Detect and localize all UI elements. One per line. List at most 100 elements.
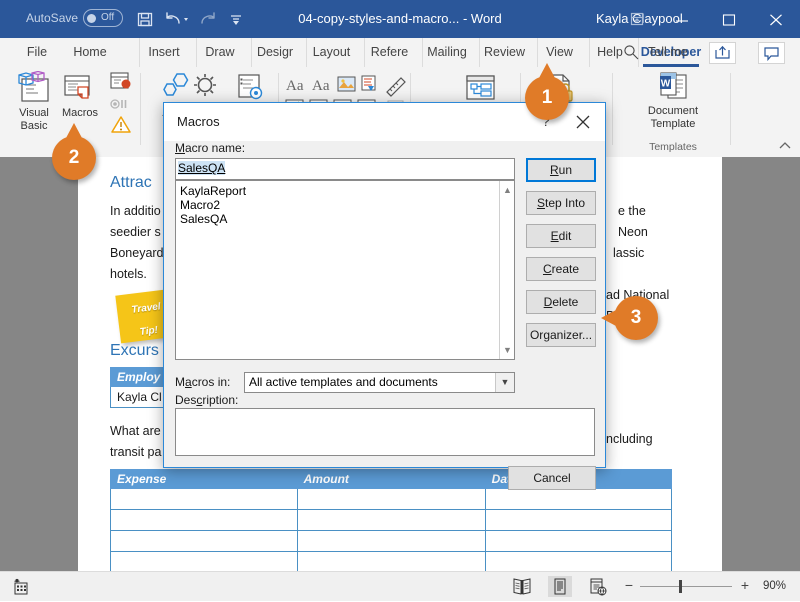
- expense-cell[interactable]: [110, 551, 298, 571]
- tab-design[interactable]: Desigr: [251, 38, 298, 67]
- macro-list[interactable]: KaylaReport Macro2 SalesQA ▲ ▼: [175, 180, 515, 360]
- list-item[interactable]: KaylaReport: [176, 184, 514, 198]
- amount-cell[interactable]: [296, 509, 486, 531]
- group-label-templates: Templates: [649, 141, 697, 153]
- print-layout-icon[interactable]: [548, 576, 572, 597]
- redo-icon[interactable]: [196, 8, 220, 30]
- close-icon[interactable]: [569, 109, 597, 135]
- group-separator: [612, 73, 613, 145]
- maximize-icon[interactable]: [707, 0, 753, 38]
- description-label: Description:: [175, 393, 239, 407]
- document-template-label-line2: Template: [650, 118, 696, 130]
- amount-cell[interactable]: [296, 488, 486, 510]
- macro-list-scrollbar[interactable]: ▲ ▼: [499, 181, 514, 359]
- run-button[interactable]: Run: [526, 158, 596, 182]
- visual-basic-button[interactable]: Visual Basic: [8, 71, 60, 133]
- customize-quick-access-toolbar-icon[interactable]: [224, 8, 248, 30]
- comments-icon[interactable]: [758, 42, 785, 64]
- tell-me-label: Tell me: [648, 45, 688, 59]
- tab-file[interactable]: File: [14, 38, 60, 67]
- document-paragraph-2-line-1: What are: [110, 424, 161, 438]
- macros-button[interactable]: Macros: [56, 71, 104, 120]
- autosave-toggle[interactable]: Off: [83, 9, 123, 27]
- zoom-out-button[interactable]: −: [622, 578, 636, 592]
- callout-badge-3: 3: [601, 296, 658, 340]
- chevron-up-icon[interactable]: ▲: [500, 183, 515, 197]
- edit-button[interactable]: Edit: [526, 224, 596, 248]
- table-row[interactable]: [110, 509, 673, 531]
- search-icon: [623, 44, 640, 66]
- undo-icon[interactable]: [163, 8, 195, 30]
- step-into-button[interactable]: Step Into: [526, 191, 596, 215]
- macro-security-button[interactable]: [110, 115, 132, 140]
- date-cell[interactable]: [484, 488, 673, 510]
- zoom-slider-track[interactable]: [640, 586, 732, 587]
- callout-number: 3: [630, 307, 642, 328]
- web-layout-icon[interactable]: [586, 576, 610, 597]
- callout-number: 2: [68, 147, 80, 168]
- document-paragraph-2-line-2: transit pa: [110, 445, 162, 459]
- zoom-slider-thumb[interactable]: [679, 580, 682, 593]
- restore-down-icon[interactable]: [624, 8, 650, 30]
- design-mode-button[interactable]: [382, 73, 410, 102]
- callout-badge-2: 2: [52, 123, 96, 180]
- collapse-ribbon-icon[interactable]: [778, 139, 792, 153]
- macros-in-value: All active templates and documents: [249, 375, 438, 389]
- chevron-down-icon[interactable]: ▼: [495, 373, 514, 392]
- accessibility-icon[interactable]: [12, 578, 30, 601]
- document-heading-attractions: Attrac: [110, 174, 152, 191]
- chevron-down-icon[interactable]: ▼: [500, 343, 515, 357]
- macros-dialog[interactable]: Macros ? Macro name: SalesQA KaylaReport…: [163, 102, 606, 490]
- document-paragraph-1-line-2: seedier s: [110, 225, 161, 239]
- close-icon[interactable]: [754, 0, 800, 38]
- save-icon[interactable]: [133, 8, 157, 30]
- date-cell[interactable]: [484, 530, 673, 552]
- minimize-icon[interactable]: [660, 0, 706, 38]
- tab-references[interactable]: Refere: [364, 38, 414, 67]
- word-add-ins-button[interactable]: [182, 71, 228, 105]
- tab-layout[interactable]: Layout: [306, 38, 356, 67]
- macro-name-input[interactable]: SalesQA: [175, 158, 515, 180]
- zoom-in-button[interactable]: +: [738, 578, 752, 592]
- xml-mapping-pane-button[interactable]: [228, 71, 272, 105]
- cancel-button[interactable]: Cancel: [508, 466, 596, 490]
- document-right-fragment-1: e the: [618, 204, 646, 218]
- document-right-fragment-6: ncluding: [606, 432, 653, 446]
- document-paragraph-1-line-4: hotels.: [110, 267, 147, 281]
- organizer-button[interactable]: Organizer...: [526, 323, 596, 347]
- description-textarea[interactable]: [175, 408, 595, 456]
- date-cell[interactable]: [484, 551, 673, 571]
- tab-insert[interactable]: Insert: [139, 38, 188, 67]
- callout-pointer: [66, 123, 82, 138]
- macros-in-dropdown[interactable]: All active templates and documents ▼: [244, 372, 515, 393]
- create-button[interactable]: Create: [526, 257, 596, 281]
- document-template-button[interactable]: W Document Template: [630, 71, 716, 131]
- list-item[interactable]: Macro2: [176, 198, 514, 212]
- document-right-fragment-2: Neon: [618, 225, 648, 239]
- delete-button[interactable]: Delete: [526, 290, 596, 314]
- zoom-level-label[interactable]: 90%: [763, 580, 786, 592]
- share-icon[interactable]: [709, 42, 736, 64]
- callout-number: 1: [541, 87, 553, 108]
- tab-home[interactable]: Home: [63, 38, 117, 67]
- svg-text:Aa: Aa: [286, 78, 304, 94]
- expense-cell[interactable]: [110, 530, 298, 552]
- read-mode-icon[interactable]: [510, 576, 534, 597]
- tab-draw[interactable]: Draw: [196, 38, 243, 67]
- date-cell[interactable]: [484, 509, 673, 531]
- amount-cell[interactable]: [296, 530, 486, 552]
- record-macro-button[interactable]: [106, 71, 136, 93]
- table-row[interactable]: [110, 530, 673, 552]
- table-row[interactable]: [110, 551, 673, 571]
- table-row[interactable]: [110, 488, 673, 510]
- visual-basic-label-line2: Basic: [20, 120, 48, 132]
- amount-cell[interactable]: [296, 551, 486, 571]
- document-heading-excursions: Excurs: [110, 342, 159, 359]
- expense-cell[interactable]: [110, 488, 298, 510]
- tab-review[interactable]: Review: [479, 38, 529, 67]
- expense-cell[interactable]: [110, 509, 298, 531]
- tab-mailings[interactable]: Mailing: [422, 38, 471, 67]
- document-paragraph-1-line-3: Boneyard: [110, 246, 164, 260]
- pause-recording-button[interactable]: [108, 97, 134, 116]
- list-item[interactable]: SalesQA: [176, 212, 514, 226]
